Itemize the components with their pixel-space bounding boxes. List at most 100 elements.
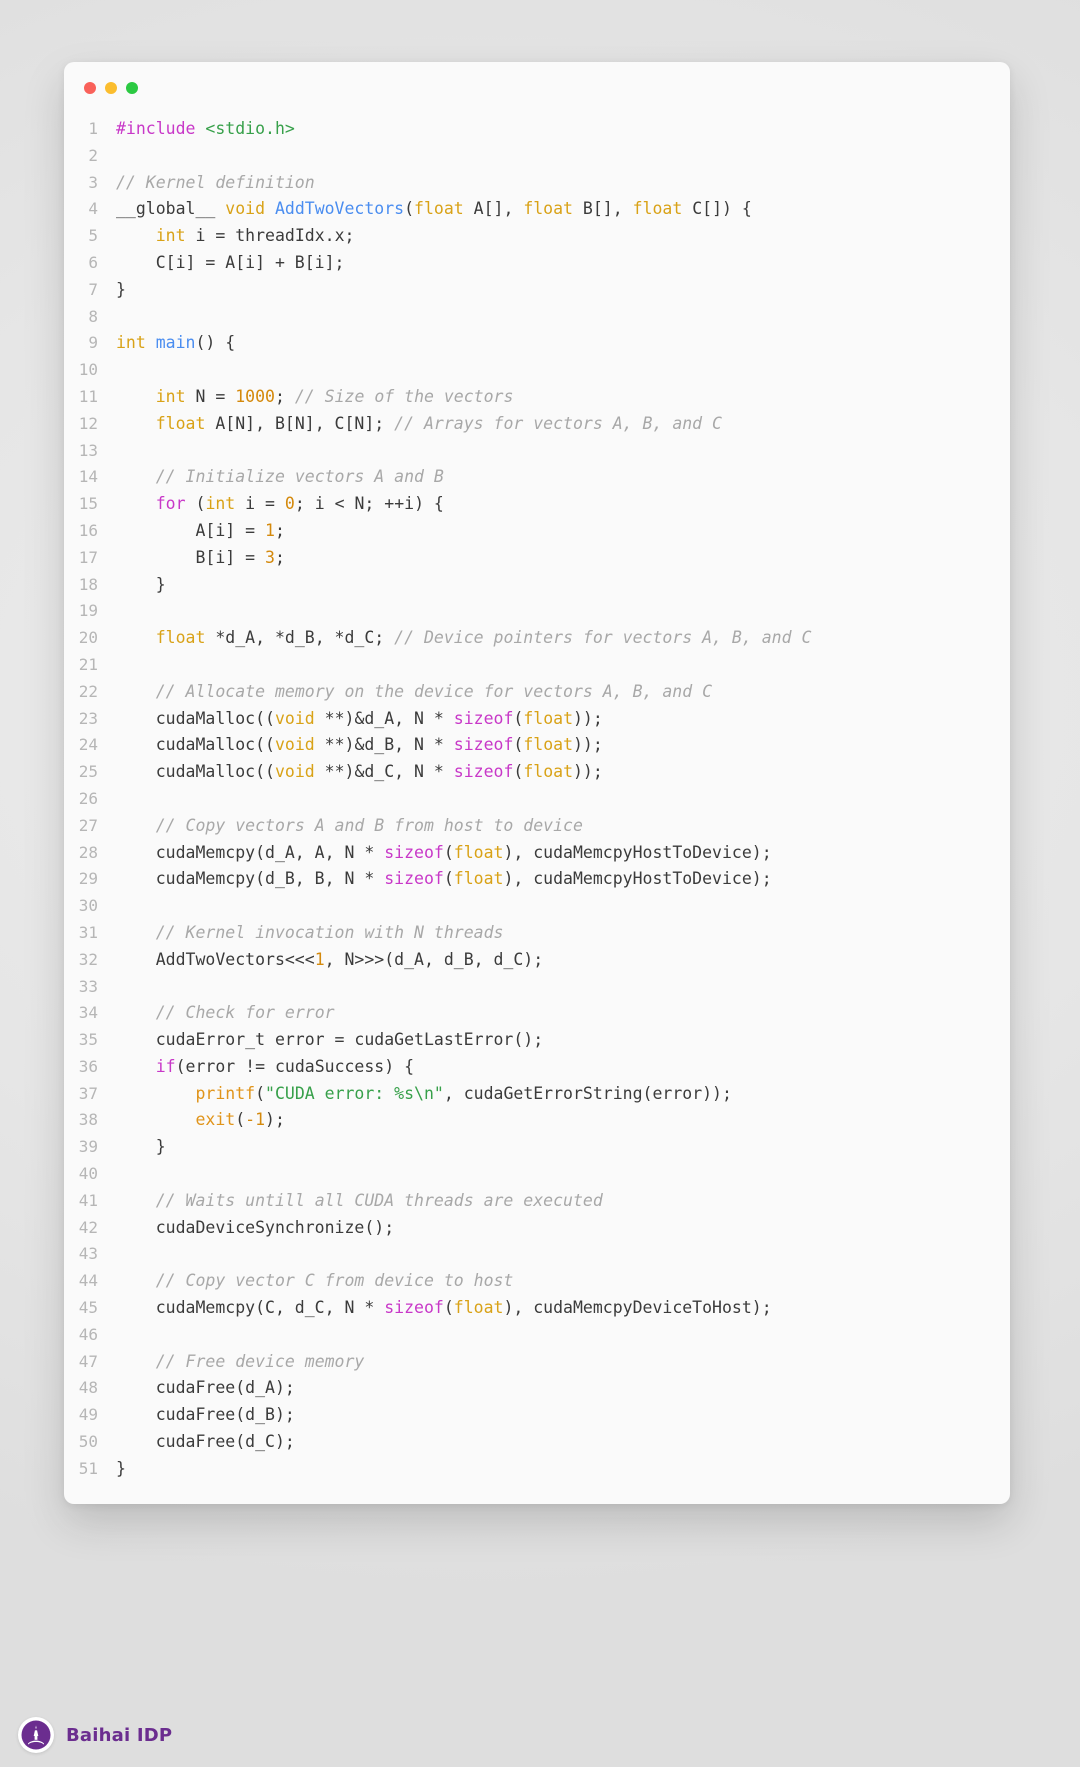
- code-line: 18 }: [64, 572, 1010, 599]
- code-line: 28 cudaMemcpy(d_A, A, N * sizeof(float),…: [64, 840, 1010, 867]
- code-line: 34 // Check for error: [64, 1000, 1010, 1027]
- code-token-kw: int: [116, 333, 156, 353]
- code-line-text: AddTwoVectors<<<1, N>>>(d_A, d_B, d_C);: [116, 947, 1010, 974]
- code-line: 14 // Initialize vectors A and B: [64, 464, 1010, 491]
- code-line: 17 B[i] = 3;: [64, 545, 1010, 572]
- line-number: 29: [78, 869, 98, 889]
- code-line-text: A[i] = 1;: [116, 518, 1010, 545]
- code-token-plain: ));: [573, 762, 603, 782]
- code-token-plain: N =: [185, 386, 236, 406]
- code-token-plain: cudaMalloc((: [116, 762, 275, 782]
- code-token-kw: float: [414, 199, 464, 219]
- code-line: 19: [64, 598, 1010, 625]
- code-snippet-card: 1 #include <stdio.h> 2 3// Kernel definitio…: [64, 62, 1010, 1504]
- code-line-text: cudaMemcpy(d_A, A, N * sizeof(float), cu…: [116, 840, 1010, 867]
- code-token-kw: void: [225, 199, 275, 219]
- code-token-plain: ; i < N; ++i) {: [294, 494, 444, 514]
- line-number: 24: [78, 735, 98, 755]
- line-number: 9: [88, 333, 98, 353]
- code-token-plain: }: [116, 1458, 126, 1478]
- code-line: 46: [64, 1322, 1010, 1349]
- code-token-kw: float: [155, 628, 206, 648]
- code-line: 4 __global__ void AddTwoVectors(float A[]…: [64, 196, 1010, 223]
- maximize-window-icon[interactable]: [126, 82, 138, 94]
- code-line-text: cudaDeviceSynchronize();: [116, 1215, 1010, 1242]
- line-number: 39: [78, 1137, 98, 1157]
- code-line-text: cudaFree(d_C);: [116, 1429, 1010, 1456]
- code-token-plain: (error != cudaSuccess) {: [175, 1056, 415, 1076]
- code-line-text: C[i] = A[i] + B[i];: [116, 250, 1010, 277]
- code-line-text: // Copy vector C from device to host: [116, 1268, 1010, 1295]
- code-token-cmt: // Kernel invocation with N threads: [155, 922, 504, 942]
- code-line-text: float A[N], B[N], C[N]; // Arrays for ve…: [116, 411, 1010, 438]
- code-line: 31 // Kernel invocation with N threads: [64, 920, 1010, 947]
- code-token-ctrl: sizeof: [384, 842, 444, 862]
- code-token-str: "CUDA error: %s\n": [265, 1083, 444, 1103]
- code-line-text: __global__ void AddTwoVectors(float A[],…: [116, 196, 1010, 223]
- code-token-ctrl: if: [155, 1056, 176, 1076]
- code-token-cmt: // Free device memory: [155, 1351, 365, 1371]
- line-number: 46: [78, 1324, 98, 1344]
- code-line: 50 cudaFree(d_C);: [64, 1429, 1010, 1456]
- line-number: 27: [78, 815, 98, 835]
- code-token-plain: C[]) {: [682, 199, 752, 219]
- code-line-text: cudaFree(d_A);: [116, 1375, 1010, 1402]
- code-token-kw: float: [453, 842, 504, 862]
- code-token-plain: (: [443, 1298, 454, 1318]
- code-token-kw: float: [523, 735, 573, 755]
- line-number: 43: [78, 1244, 98, 1264]
- code-token-str: <stdio.h>: [205, 119, 295, 138]
- code-token-plain: cudaFree(d_B);: [116, 1405, 295, 1425]
- code-token-plain: );: [265, 1110, 285, 1130]
- code-token-plain: (: [404, 199, 415, 219]
- code-token-plain: ), cudaMemcpyHostToDevice);: [503, 869, 772, 889]
- code-line-text: // Kernel invocation with N threads: [116, 920, 1010, 947]
- code-token-kw: float: [632, 199, 683, 219]
- code-token-fn: main: [155, 333, 196, 353]
- code-line: 8: [64, 304, 1010, 331]
- code-token-cmt: // Initialize vectors A and B: [155, 467, 444, 487]
- code-line-text: // Kernel definition: [116, 170, 1010, 197]
- code-token-plain: AddTwoVectors<<<: [116, 949, 315, 969]
- code-token-kw: float: [523, 708, 573, 728]
- line-number: 19: [78, 601, 98, 621]
- code-line: 3 // Kernel definition: [64, 170, 1010, 197]
- code-token-plain: (: [443, 842, 454, 862]
- code-line: 25 cudaMalloc((void **)&d_C, N * sizeof(…: [64, 759, 1010, 786]
- code-line: 39 }: [64, 1134, 1010, 1161]
- code-token-kw: float: [523, 199, 573, 219]
- line-number: 31: [78, 922, 98, 942]
- code-line-text: // Allocate memory on the device for vec…: [116, 679, 1010, 706]
- code-line-text: // Initialize vectors A and B: [116, 464, 1010, 491]
- line-number: 18: [78, 574, 98, 594]
- line-number: 10: [78, 360, 98, 380]
- line-number: 51: [78, 1458, 98, 1478]
- code-token-plain: B[i] =: [116, 547, 266, 567]
- code-token-plain: () {: [195, 333, 236, 353]
- code-token-plain: **)&d_B, N *: [314, 735, 454, 755]
- line-number: 30: [78, 896, 98, 916]
- code-line: 29 cudaMemcpy(d_B, B, N * sizeof(float),…: [64, 866, 1010, 893]
- code-line-text: cudaError_t error = cudaGetLastError();: [116, 1027, 1010, 1054]
- close-window-icon[interactable]: [84, 82, 96, 94]
- line-number: 28: [78, 842, 98, 862]
- code-token-plain: (: [513, 762, 524, 782]
- code-token-plain: ), cudaMemcpyDeviceToHost);: [503, 1298, 772, 1318]
- line-number: 26: [78, 788, 98, 808]
- line-number: 47: [78, 1351, 98, 1371]
- code-token-pre: #include: [116, 119, 206, 138]
- window-titlebar: [64, 62, 1010, 114]
- code-token-kw: int: [205, 494, 236, 514]
- code-line-text: exit(-1);: [116, 1107, 1010, 1134]
- line-number: 48: [78, 1378, 98, 1398]
- code-line: 22 // Allocate memory on the device for …: [64, 679, 1010, 706]
- line-number: 13: [78, 440, 98, 460]
- code-token-plain: C[i] = A[i] + B[i];: [116, 252, 345, 272]
- minimize-window-icon[interactable]: [105, 82, 117, 94]
